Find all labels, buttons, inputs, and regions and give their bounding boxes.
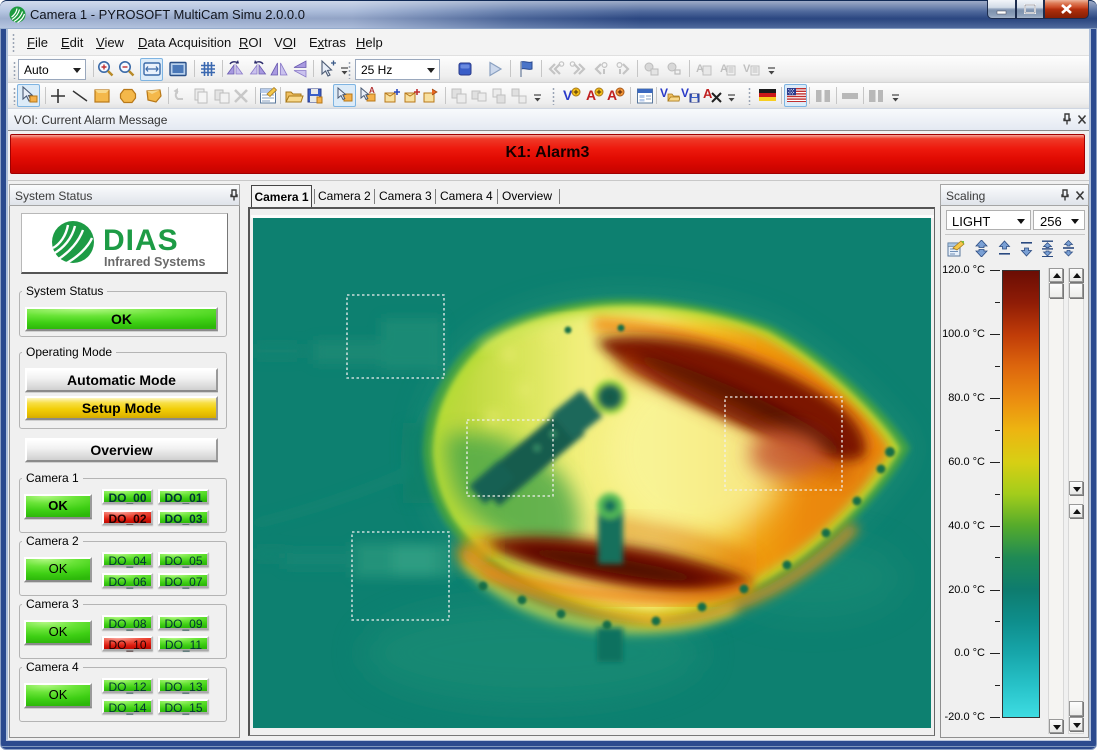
- svg-text:A: A: [586, 87, 596, 103]
- svg-text:A: A: [369, 86, 375, 95]
- svg-text:V: V: [743, 63, 751, 75]
- svg-text:V: V: [563, 87, 573, 103]
- svg-text:Infrared Systems: Infrared Systems: [104, 255, 205, 269]
- svg-text:DIAS: DIAS: [103, 224, 179, 257]
- svg-text:V: V: [681, 86, 689, 100]
- svg-text:A: A: [607, 87, 617, 103]
- svg-text:V: V: [660, 86, 668, 100]
